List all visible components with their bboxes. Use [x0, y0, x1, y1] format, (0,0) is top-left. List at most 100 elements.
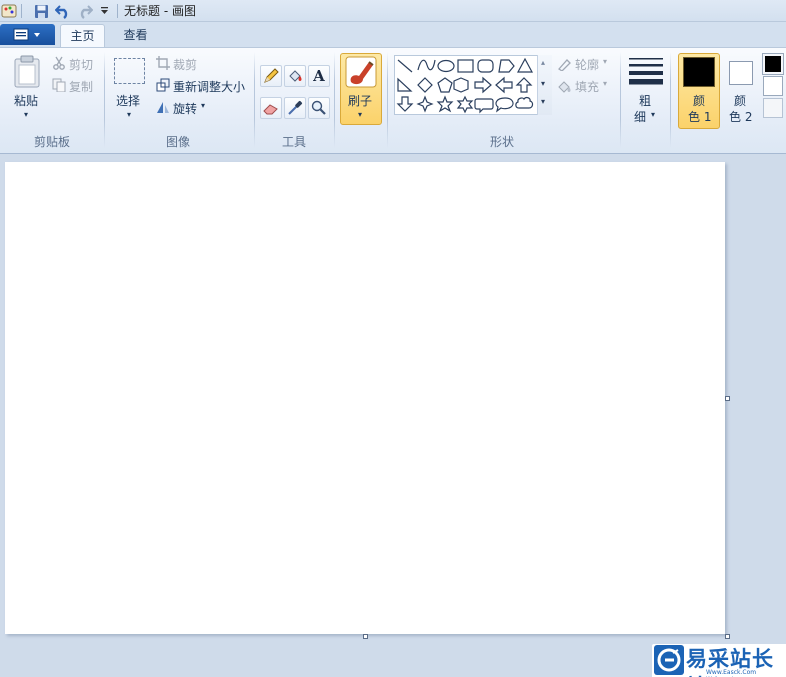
text-icon[interactable]: A [308, 65, 330, 87]
watermark-logo-icon [654, 645, 684, 675]
right-arrow-shape-icon [474, 76, 492, 94]
drawing-canvas[interactable] [5, 162, 725, 634]
color2-label-line1[interactable]: 颜 [734, 92, 746, 109]
save-icon[interactable] [32, 2, 50, 20]
color1-label-line2: 色 1 [688, 110, 712, 124]
left-arrow-shape-icon [495, 76, 513, 94]
group-separator [254, 52, 255, 148]
undo-icon[interactable] [54, 2, 72, 20]
clipboard-group-label: 剪贴板 [33, 135, 70, 149]
select-icon[interactable] [114, 58, 145, 84]
size-label-line2: 细 [634, 110, 647, 124]
six-point-star-shape-icon [456, 95, 474, 114]
copy-icon [52, 78, 66, 95]
group-separator [387, 52, 388, 148]
right-triangle-shape-icon [397, 77, 413, 92]
resize-label[interactable]: 重新调整大小 [173, 78, 245, 95]
image-group-label: 图像 [165, 135, 190, 149]
five-point-star-shape-icon [436, 95, 454, 113]
crop-icon [156, 56, 170, 73]
resize-handle-right[interactable] [725, 396, 730, 401]
group-separator [334, 52, 335, 148]
brushes-label: 刷子 [348, 94, 373, 108]
magnifier-icon[interactable] [308, 97, 330, 119]
pentagon-shape-icon [437, 77, 453, 93]
palette-swatch-empty[interactable] [763, 98, 783, 118]
color2-label-line2[interactable]: 色 2 [729, 108, 752, 125]
resize-handle-bottom[interactable] [363, 634, 368, 639]
cloud-callout-shape-icon [515, 96, 534, 109]
rounded-rectangle-shape-icon [477, 59, 494, 73]
down-arrow-shape-icon [396, 96, 414, 112]
eraser-icon[interactable] [260, 97, 282, 119]
curve-shape-icon [417, 59, 436, 71]
file-menu-button[interactable] [0, 24, 55, 45]
outline-label[interactable]: 轮廓 [575, 56, 599, 73]
shapes-gallery [394, 55, 552, 115]
separator [20, 2, 22, 20]
color1-label-line1: 颜 [693, 94, 706, 108]
rounded-callout-shape-icon [474, 98, 494, 114]
group-separator [104, 52, 105, 148]
redo-icon[interactable] [76, 2, 94, 20]
copy-label[interactable]: 复制 [69, 78, 93, 95]
tab-home[interactable]: 主页 [60, 24, 105, 48]
oval-shape-icon [437, 59, 455, 73]
color-picker-icon[interactable] [284, 97, 306, 119]
scroll-down-icon[interactable]: ▾ [541, 79, 545, 88]
shapes-group-label: 形状 [489, 135, 514, 149]
tab-home-label: 主页 [70, 29, 95, 43]
shapes-scrollbar[interactable]: ▴ ▾ ▾ [537, 55, 552, 115]
resize-icon [156, 78, 170, 95]
triangle-shape-icon [516, 57, 534, 73]
group-separator [670, 52, 671, 148]
brushes-dropdown-icon[interactable]: ▾ [358, 110, 362, 119]
diamond-shape-icon [417, 77, 433, 93]
color1-swatch [683, 57, 715, 87]
rotate-dropdown-icon[interactable]: ▾ [201, 101, 205, 110]
polygon-shape-icon [498, 59, 515, 73]
rotate-label[interactable]: 旋转 [173, 100, 197, 117]
four-point-star-shape-icon [416, 95, 434, 113]
pencil-icon[interactable] [260, 65, 282, 87]
fill-shape-icon [557, 79, 572, 96]
outline-icon [557, 57, 572, 74]
tab-view-label: 查看 [123, 28, 148, 42]
fill-label[interactable]: 填充 [575, 78, 599, 95]
line-shape-icon [397, 59, 413, 73]
tab-view[interactable]: 查看 [113, 24, 158, 48]
select-label[interactable]: 选择 [116, 92, 140, 109]
paste-dropdown-icon[interactable]: ▾ [24, 110, 28, 119]
size-dropdown-icon[interactable]: ▾ [651, 110, 655, 119]
group-separator [620, 52, 621, 148]
palette-swatch-white[interactable] [763, 76, 783, 96]
up-arrow-shape-icon [515, 77, 533, 93]
cut-icon [52, 56, 66, 73]
app-icon[interactable] [0, 2, 18, 20]
size-label-line1: 粗 [639, 94, 652, 108]
rotate-icon [156, 100, 170, 117]
outline-dropdown-icon[interactable]: ▾ [603, 57, 607, 66]
oval-callout-shape-icon [495, 97, 514, 113]
crop-label[interactable]: 裁剪 [173, 56, 197, 73]
rectangle-shape-icon [457, 59, 474, 73]
paste-icon[interactable] [12, 55, 42, 92]
window-title: 无标题 - 画图 [124, 4, 196, 18]
color2-swatch[interactable] [729, 61, 753, 85]
select-dropdown-icon[interactable]: ▾ [127, 110, 131, 119]
fill-dropdown-icon[interactable]: ▾ [603, 79, 607, 88]
paste-label[interactable]: 粘贴 [14, 92, 38, 109]
hexagon-shape-icon [453, 77, 469, 93]
brush-icon [345, 56, 377, 91]
cut-label[interactable]: 剪切 [69, 56, 93, 73]
palette-swatch-black[interactable] [762, 53, 784, 75]
resize-handle-corner[interactable] [725, 634, 730, 639]
tools-group-label: 工具 [281, 135, 306, 149]
scroll-up-icon[interactable]: ▴ [541, 58, 545, 67]
customize-icon[interactable] [98, 2, 110, 20]
size-icon[interactable] [629, 57, 663, 88]
expand-gallery-icon[interactable]: ▾ [541, 97, 545, 106]
watermark-url: Www.Easck.Com Webmaster [706, 669, 757, 677]
separator [116, 2, 118, 20]
fill-icon[interactable] [284, 65, 306, 87]
